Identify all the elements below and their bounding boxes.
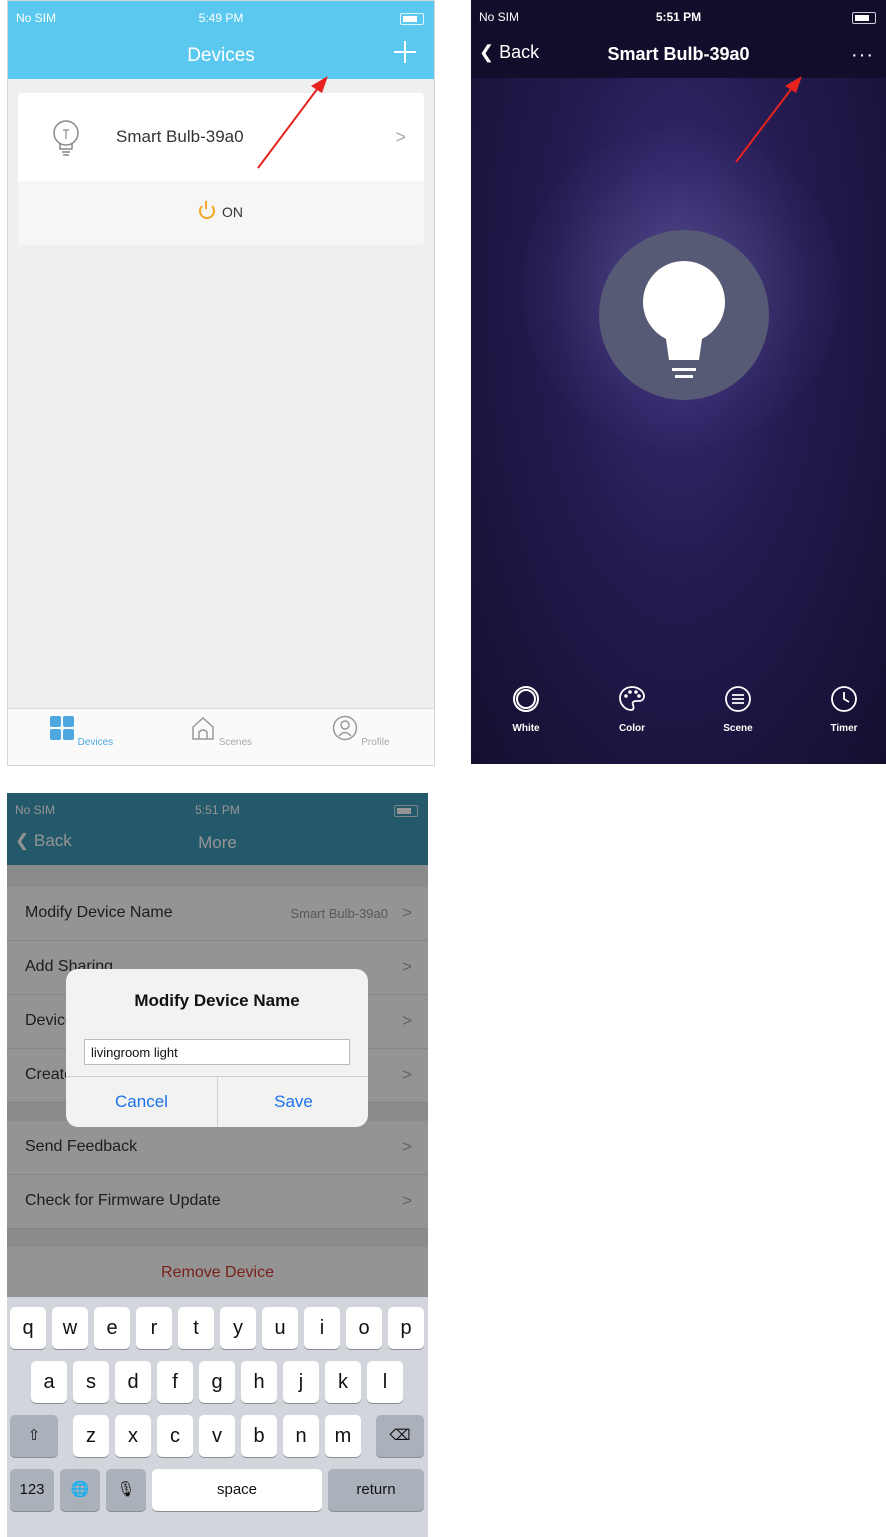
annotation-arrow-left bbox=[257, 87, 319, 169]
key-k[interactable]: k bbox=[325, 1361, 361, 1403]
dictation-key[interactable]: 🎙 bbox=[106, 1469, 146, 1511]
key-c[interactable]: c bbox=[157, 1415, 193, 1457]
key-m[interactable]: m bbox=[325, 1415, 361, 1457]
key-g[interactable]: g bbox=[199, 1361, 235, 1403]
numbers-key[interactable]: 123 bbox=[10, 1469, 54, 1511]
dialog-title: Modify Device Name bbox=[134, 991, 300, 1010]
key-b[interactable]: b bbox=[241, 1415, 277, 1457]
globe-key[interactable]: 🌐 bbox=[60, 1469, 100, 1511]
key-n[interactable]: n bbox=[283, 1415, 319, 1457]
key-x[interactable]: x bbox=[115, 1415, 151, 1457]
backspace-icon: ⌫ bbox=[389, 1427, 411, 1444]
return-key[interactable]: return bbox=[328, 1469, 424, 1511]
key-s[interactable]: s bbox=[73, 1361, 109, 1403]
key-t[interactable]: t bbox=[178, 1307, 214, 1349]
save-button[interactable]: Save bbox=[217, 1077, 368, 1127]
key-y[interactable]: y bbox=[220, 1307, 256, 1349]
key-z[interactable]: z bbox=[73, 1415, 109, 1457]
globe-icon: 🌐 bbox=[70, 1481, 90, 1498]
annotation-arrows bbox=[257, 76, 802, 169]
cancel-button[interactable]: Cancel bbox=[66, 1077, 217, 1127]
key-l[interactable]: l bbox=[367, 1361, 403, 1403]
rename-dialog: Modify Device Name Cancel Save bbox=[66, 969, 368, 1127]
space-key[interactable]: space bbox=[152, 1469, 322, 1511]
key-q[interactable]: q bbox=[10, 1307, 46, 1349]
key-i[interactable]: i bbox=[304, 1307, 340, 1349]
keyboard: q w e r t y u i o p a s d f g h j k l ⇧ … bbox=[7, 1297, 428, 1537]
key-j[interactable]: j bbox=[283, 1361, 319, 1403]
annotation-arrow-right bbox=[735, 87, 793, 163]
shift-arrow-icon: ⇧ bbox=[27, 1427, 41, 1444]
key-r[interactable]: r bbox=[136, 1307, 172, 1349]
key-f[interactable]: f bbox=[157, 1361, 193, 1403]
key-a[interactable]: a bbox=[31, 1361, 67, 1403]
backspace-key[interactable]: ⌫ bbox=[376, 1415, 424, 1457]
key-h[interactable]: h bbox=[241, 1361, 277, 1403]
key-u[interactable]: u bbox=[262, 1307, 298, 1349]
arrowhead-right-icon bbox=[785, 76, 802, 93]
key-d[interactable]: d bbox=[115, 1361, 151, 1403]
key-p[interactable]: p bbox=[388, 1307, 424, 1349]
arrowhead-left-icon bbox=[311, 76, 328, 93]
key-v[interactable]: v bbox=[199, 1415, 235, 1457]
dialog-buttons: Cancel Save bbox=[66, 1076, 368, 1127]
microphone-icon: 🎙 bbox=[116, 1481, 136, 1498]
key-w[interactable]: w bbox=[52, 1307, 88, 1349]
device-name-input[interactable] bbox=[84, 1039, 350, 1065]
shift-key[interactable]: ⇧ bbox=[10, 1415, 58, 1457]
key-o[interactable]: o bbox=[346, 1307, 382, 1349]
key-e[interactable]: e bbox=[94, 1307, 130, 1349]
more-screen: No SIM 5:51 PM ❮ Back More Modify Device… bbox=[7, 793, 428, 1537]
